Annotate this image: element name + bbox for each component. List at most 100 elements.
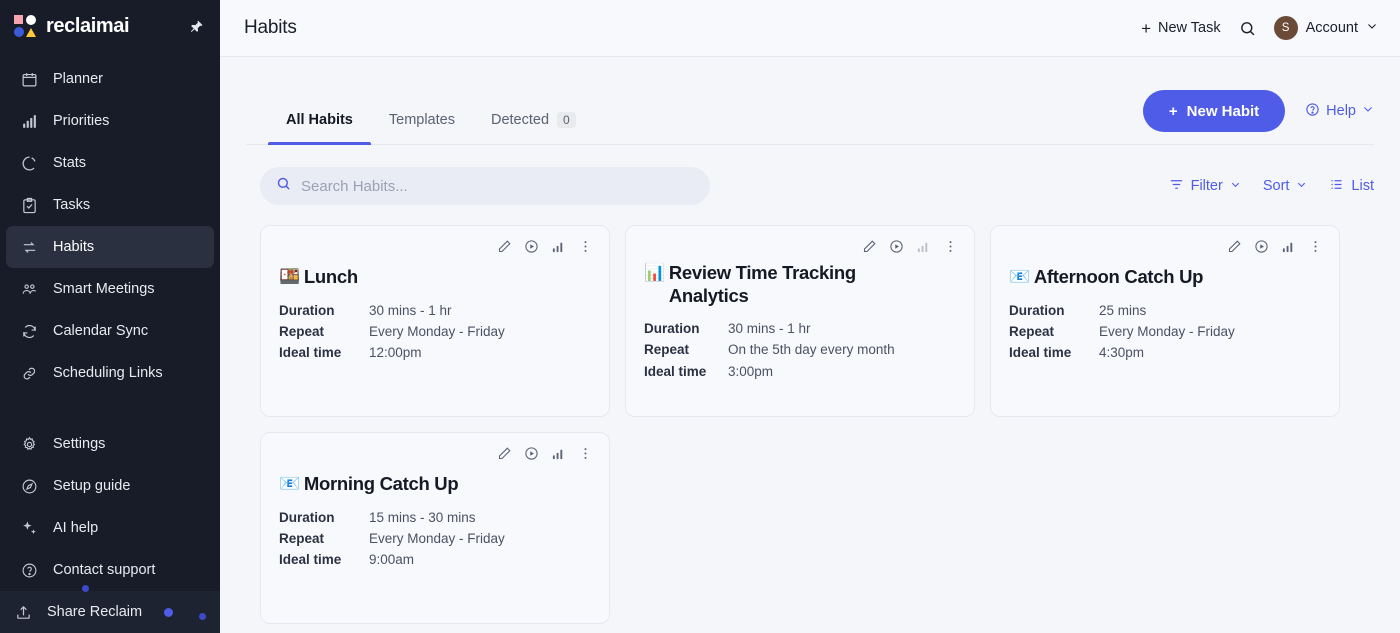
chevron-down-icon [1362, 103, 1374, 119]
edit-icon[interactable] [862, 239, 877, 254]
search-icon [276, 176, 291, 196]
duration-value: 15 mins - 30 mins [369, 508, 591, 528]
sidebar-item-scheduling-links[interactable]: Scheduling Links [6, 352, 214, 394]
more-options-icon[interactable] [1308, 239, 1323, 254]
bar-chart-icon [20, 112, 39, 131]
notification-dot [164, 608, 173, 617]
sidebar-item-smart-meetings[interactable]: Smart Meetings [6, 268, 214, 310]
ideal-time-value: 12:00pm [369, 343, 591, 363]
email-emoji: 📧 [1009, 266, 1030, 288]
sidebar-nav-secondary: Settings Setup guide AI help Contact sup… [0, 423, 220, 633]
question-circle-icon [1305, 102, 1320, 121]
habit-details: Duration 15 mins - 30 mins Repeat Every … [279, 508, 591, 571]
sidebar-item-stats[interactable]: Stats [6, 142, 214, 184]
sync-icon [20, 322, 39, 341]
account-menu[interactable]: S Account [1274, 16, 1378, 40]
sidebar-item-priorities[interactable]: Priorities [6, 100, 214, 142]
donut-chart-icon [20, 154, 39, 173]
repeat-label: Repeat [644, 340, 720, 360]
more-options-icon[interactable] [578, 239, 593, 254]
sidebar-item-setup-guide[interactable]: Setup guide [6, 465, 214, 507]
list-view-icon [1329, 177, 1344, 196]
duration-label: Duration [279, 508, 361, 528]
email-emoji: 📧 [279, 473, 300, 495]
chevron-down-icon [1296, 178, 1307, 194]
stats-icon[interactable] [916, 239, 931, 254]
sidebar-item-ai-help[interactable]: AI help [6, 507, 214, 549]
help-menu[interactable]: Help [1305, 102, 1374, 121]
tabs-row: All Habits Templates Detected 0 + New Ha… [246, 57, 1374, 145]
edit-icon[interactable] [497, 446, 512, 461]
link-icon [20, 364, 39, 383]
sidebar-item-label: Setup guide [53, 478, 130, 494]
habit-details: Duration 30 mins - 1 hr Repeat On the 5t… [644, 319, 956, 382]
ideal-time-value: 4:30pm [1099, 343, 1321, 363]
sidebar-nav-primary: Planner Priorities Stats Tasks [0, 58, 220, 394]
habit-card[interactable]: 🍱 Lunch Duration 30 mins - 1 hr Repeat E… [260, 225, 610, 417]
repeat-value: On the 5th day every month [728, 340, 956, 360]
help-label: Help [1326, 103, 1356, 119]
sidebar-item-tasks[interactable]: Tasks [6, 184, 214, 226]
sidebar-spacer [0, 394, 220, 422]
card-actions [497, 239, 593, 254]
search-habits-box[interactable] [260, 167, 710, 205]
habit-card-grid: 🍱 Lunch Duration 30 mins - 1 hr Repeat E… [246, 205, 1374, 624]
view-toggle-list[interactable]: List [1329, 177, 1374, 196]
sidebar-item-settings[interactable]: Settings [6, 423, 214, 465]
sidebar-item-planner[interactable]: Planner [6, 58, 214, 100]
sparkles-icon [20, 519, 39, 538]
new-habit-button[interactable]: + New Habit [1143, 90, 1285, 132]
edit-icon[interactable] [497, 239, 512, 254]
habit-details: Duration 25 mins Repeat Every Monday - F… [1009, 301, 1321, 364]
repeat-icon [20, 238, 39, 257]
duration-value: 30 mins - 1 hr [728, 319, 956, 339]
habit-card[interactable]: 📧 Morning Catch Up Duration 15 mins - 30… [260, 432, 610, 624]
stats-icon[interactable] [1281, 239, 1296, 254]
search-input[interactable] [301, 178, 694, 195]
play-circle-icon[interactable] [524, 239, 539, 254]
view-label: List [1351, 178, 1374, 194]
new-habit-label: New Habit [1187, 103, 1260, 120]
sort-button[interactable]: Sort [1263, 178, 1308, 194]
more-options-icon[interactable] [943, 239, 958, 254]
habit-title-row: 🍱 Lunch [279, 266, 591, 289]
ideal-time-value: 9:00am [369, 550, 591, 570]
habit-card[interactable]: 📧 Afternoon Catch Up Duration 25 mins Re… [990, 225, 1340, 417]
habit-card[interactable]: 📊 Review Time Tracking Analytics Duratio… [625, 225, 975, 417]
play-circle-icon[interactable] [889, 239, 904, 254]
sidebar-item-habits[interactable]: Habits [6, 226, 214, 268]
search-icon[interactable] [1239, 20, 1256, 37]
sidebar-item-contact-support[interactable]: Contact support [6, 549, 214, 591]
compass-icon [20, 477, 39, 496]
new-task-button[interactable]: + New Task [1141, 20, 1221, 37]
list-controls: Filter Sort [1169, 177, 1374, 196]
chevron-down-icon [1230, 178, 1241, 194]
stats-icon[interactable] [551, 239, 566, 254]
notification-dot-right [199, 608, 206, 624]
play-circle-icon[interactable] [524, 446, 539, 461]
stats-icon[interactable] [551, 446, 566, 461]
page-title: Habits [244, 17, 297, 39]
topbar: Habits + New Task S Account [220, 0, 1400, 57]
tabs-actions: + New Habit Help [1143, 90, 1374, 144]
filter-button[interactable]: Filter [1169, 177, 1241, 196]
pin-icon[interactable] [189, 19, 204, 34]
play-circle-icon[interactable] [1254, 239, 1269, 254]
tab-templates[interactable]: Templates [371, 112, 473, 144]
sidebar-item-label: Habits [53, 239, 94, 255]
edit-icon[interactable] [1227, 239, 1242, 254]
question-circle-icon [20, 561, 39, 580]
habit-title-row: 📧 Afternoon Catch Up [1009, 266, 1321, 289]
card-actions [497, 446, 593, 461]
tab-detected[interactable]: Detected 0 [473, 112, 594, 144]
sidebar-item-share-reclaim[interactable]: Share Reclaim [0, 591, 220, 633]
clipboard-check-icon [20, 196, 39, 215]
app-root: reclaimai Planner Priorities [0, 0, 1400, 633]
sidebar-item-calendar-sync[interactable]: Calendar Sync [6, 310, 214, 352]
repeat-value: Every Monday - Friday [369, 529, 591, 549]
more-options-icon[interactable] [578, 446, 593, 461]
ideal-time-label: Ideal time [644, 362, 720, 382]
tab-all-habits[interactable]: All Habits [268, 112, 371, 144]
tab-list: All Habits Templates Detected 0 [246, 57, 594, 144]
sidebar-logo-row: reclaimai [0, 0, 220, 52]
